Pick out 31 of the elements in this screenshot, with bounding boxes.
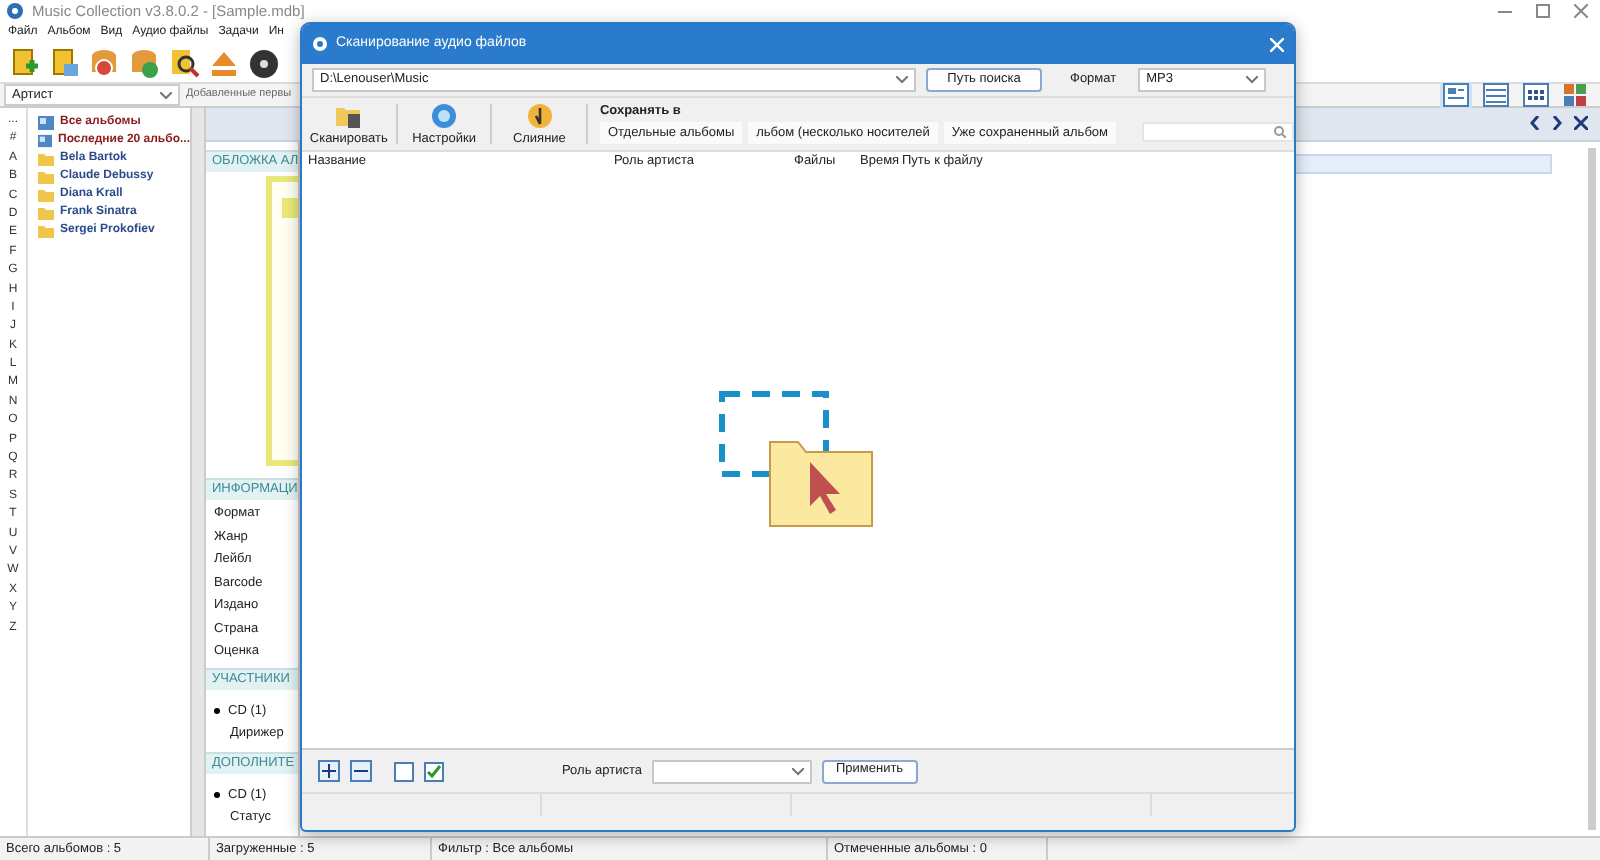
bullet-icon xyxy=(214,792,220,799)
chevron-down-icon xyxy=(1246,76,1259,84)
chevron-left-icon[interactable] xyxy=(1530,116,1540,131)
chevron-down-icon xyxy=(791,767,804,775)
checkbox-checked-icon[interactable] xyxy=(424,761,444,781)
gear-icon xyxy=(312,36,328,52)
view-mode-button[interactable] xyxy=(1440,82,1472,108)
settings-icon xyxy=(430,101,459,130)
chevron-right-icon[interactable] xyxy=(1552,116,1562,131)
search-field[interactable] xyxy=(1142,122,1294,143)
chevron-down-icon xyxy=(896,76,908,84)
view-mode-button[interactable] xyxy=(1560,82,1592,108)
checkbox-empty-icon[interactable] xyxy=(394,761,414,781)
expand-icon[interactable] xyxy=(318,760,340,782)
album-list-icon xyxy=(38,134,53,148)
close-icon[interactable] xyxy=(1574,116,1588,131)
view-mode-button[interactable] xyxy=(1480,82,1512,108)
tiles-view-icon xyxy=(1562,82,1590,108)
view-mode-button[interactable] xyxy=(1520,82,1552,108)
collapse-icon[interactable] xyxy=(350,760,372,782)
merge-icon xyxy=(525,101,554,130)
bullet-icon xyxy=(214,708,220,715)
chevron-down-icon xyxy=(160,91,172,99)
search-icon xyxy=(1274,126,1286,139)
maximize-icon[interactable] xyxy=(1536,4,1550,18)
app-logo-icon xyxy=(6,2,24,20)
scrollbar[interactable] xyxy=(1588,147,1596,830)
disc-icon[interactable] xyxy=(246,46,280,80)
album-list-icon xyxy=(38,116,54,130)
search-icon[interactable] xyxy=(166,46,200,80)
database-icon[interactable] xyxy=(86,46,120,80)
